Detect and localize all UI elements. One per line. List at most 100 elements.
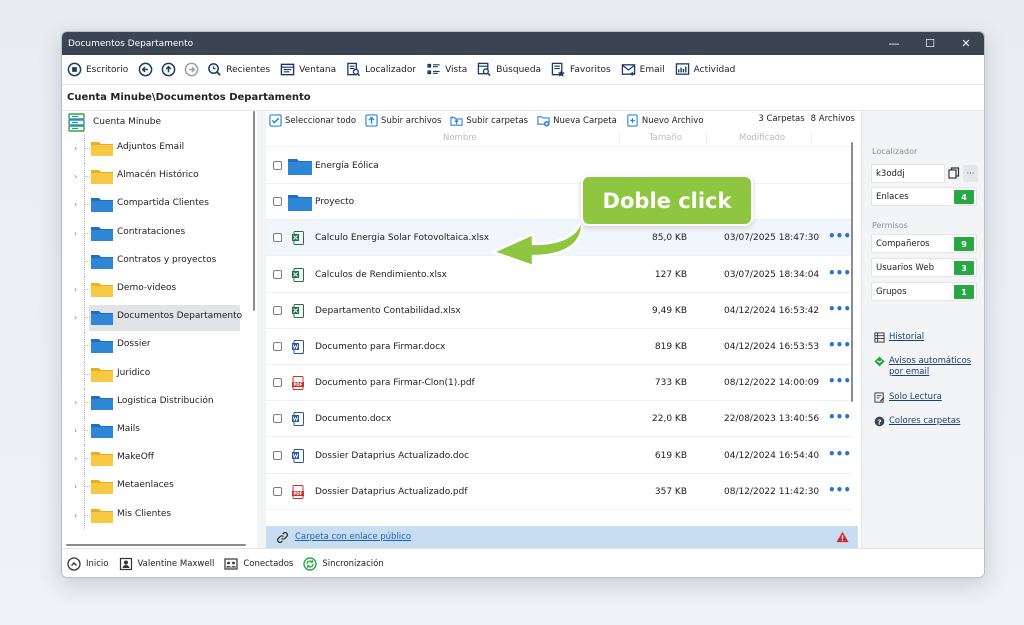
file-list-scrollbar[interactable] <box>851 142 853 402</box>
actividad-button[interactable]: Actividad <box>675 62 735 77</box>
tree-item[interactable]: › Contrataciones <box>62 219 252 248</box>
column-header-name[interactable]: Nombre <box>443 133 477 143</box>
file-modified-date: 03/07/2025 18:34:04 <box>724 269 820 280</box>
upload-files-button[interactable]: Subir archivos <box>365 114 441 127</box>
expand-chevron-icon[interactable]: › <box>74 511 82 520</box>
row-more-options-icon[interactable]: ••• <box>828 266 851 280</box>
user-status[interactable]: Valentine Maxwell <box>119 557 214 571</box>
tree-item[interactable]: › Almacén Histórico <box>62 163 252 192</box>
tree-item[interactable]: Juridico <box>62 360 252 389</box>
file-row[interactable]: Documento para Firmar.docx 819 KB 04/12/20… <box>266 329 852 365</box>
row-more-options-icon[interactable]: ••• <box>828 410 851 424</box>
expand-chevron-icon[interactable]: › <box>74 229 82 238</box>
row-more-options-icon[interactable]: ••• <box>828 229 851 243</box>
tree-item-label: Logistica Distribución <box>117 395 214 406</box>
file-row[interactable]: PDF Dossier Dataprius Actualizado.pdf 357 … <box>266 474 852 510</box>
tree-item[interactable]: Dossier <box>62 332 252 361</box>
close-button[interactable]: ✕ <box>948 32 984 55</box>
conectados-button[interactable]: Conectados <box>224 557 293 571</box>
historial-link[interactable]: Historial <box>874 332 924 343</box>
tree-item[interactable]: › Mails <box>62 417 252 445</box>
tree-item[interactable]: › MakeOff <box>62 445 252 474</box>
inicio-button[interactable]: Inicio <box>67 557 109 571</box>
expand-chevron-icon[interactable]: › <box>74 482 82 491</box>
expand-chevron-icon[interactable]: › <box>74 200 82 209</box>
copy-icon[interactable] <box>948 167 960 179</box>
up-button[interactable] <box>161 62 176 77</box>
tree-item[interactable]: › Mis Clientes <box>62 501 252 530</box>
back-button[interactable] <box>138 62 153 77</box>
grupos-item[interactable]: Grupos 1 <box>871 282 977 301</box>
warning-icon[interactable] <box>836 531 849 543</box>
row-more-options-icon[interactable]: ••• <box>828 338 851 352</box>
tree-item[interactable]: › Documentos Departamento <box>62 304 252 333</box>
row-checkbox[interactable] <box>273 161 282 170</box>
avisos-link[interactable]: Avisos automáticos por email <box>874 356 971 378</box>
row-checkbox[interactable] <box>273 450 282 460</box>
favoritos-button[interactable]: Favoritos <box>551 62 611 77</box>
colores-carpetas-label: Colores carpetas <box>889 416 961 426</box>
tree-item[interactable]: › Logistica Distribución <box>62 388 252 417</box>
ventana-button[interactable]: Ventana <box>280 62 336 77</box>
tree-root-item[interactable]: Cuenta Minube <box>68 111 161 133</box>
minimize-button[interactable]: — <box>876 32 912 55</box>
column-header-modified[interactable]: Modificado <box>739 133 785 143</box>
forward-button[interactable] <box>184 62 199 77</box>
tree-item[interactable]: Contratos y proyectos <box>62 247 252 276</box>
tree-item[interactable]: › Compartida Clientes <box>62 191 252 220</box>
colores-carpetas-link[interactable]: ? Colores carpetas <box>874 416 960 427</box>
row-more-options-icon[interactable]: ••• <box>828 302 851 316</box>
new-file-button[interactable]: Nuevo Archivo <box>626 114 704 127</box>
expand-chevron-icon[interactable]: › <box>74 426 82 435</box>
row-checkbox[interactable] <box>273 269 282 279</box>
expand-chevron-icon[interactable]: › <box>74 398 82 407</box>
expand-chevron-icon[interactable]: › <box>74 144 82 153</box>
row-checkbox[interactable] <box>273 197 282 207</box>
usuarios-web-item[interactable]: Usuarios Web 3 <box>871 258 977 277</box>
file-row[interactable]: Dossier Dataprius Actualizado.doc 619 KB 0… <box>266 438 852 474</box>
escritorio-button[interactable]: Escritorio <box>67 62 128 77</box>
expand-chevron-icon[interactable]: › <box>74 285 82 294</box>
pane-splitter[interactable] <box>257 111 266 548</box>
expand-chevron-icon[interactable]: › <box>74 454 82 463</box>
tree-item[interactable]: › Adjuntos Email <box>62 135 252 163</box>
maximize-button[interactable]: ☐ <box>912 32 948 55</box>
help-circle-icon: ? <box>874 416 885 427</box>
enlaces-item[interactable]: Enlaces 4 <box>871 187 977 206</box>
expand-chevron-icon[interactable]: › <box>74 172 82 181</box>
companeros-item[interactable]: Compañeros 9 <box>871 234 977 253</box>
vista-button[interactable]: Vista <box>426 62 467 77</box>
sincronizacion-button[interactable]: Sincronización <box>303 557 384 571</box>
row-more-options-icon[interactable]: ••• <box>828 374 851 388</box>
email-button[interactable]: Email <box>621 62 665 77</box>
row-more-options-icon[interactable]: ••• <box>828 483 851 497</box>
file-row[interactable]: PDF Documento para Firmar-Clon(1).pdf 733 … <box>266 365 852 402</box>
upload-folders-button[interactable]: Subir carpetas <box>450 114 528 127</box>
row-checkbox[interactable] <box>273 305 282 315</box>
tree-item[interactable]: › Demo-videos <box>62 276 252 304</box>
solo-lectura-link[interactable]: Solo Lectura <box>874 392 942 403</box>
row-checkbox[interactable] <box>273 342 282 351</box>
tree-item[interactable]: › Metaenlaces <box>62 473 252 502</box>
tree-horizontal-scrollbar[interactable] <box>66 544 246 546</box>
folder-row[interactable]: Energía Eólica <box>266 148 852 184</box>
file-row[interactable]: Documento.docx 22,0 KB 22/08/2023 13:40:56… <box>266 401 852 438</box>
row-more-options-icon[interactable]: ••• <box>828 447 851 461</box>
localizador-field[interactable]: k3oddj <box>871 164 945 183</box>
busqueda-button[interactable]: Búsqueda <box>477 62 541 77</box>
tree-vertical-scrollbar[interactable] <box>253 111 255 311</box>
public-link[interactable]: Carpeta con enlace público <box>295 532 411 542</box>
row-checkbox[interactable] <box>273 378 282 388</box>
column-header-size[interactable]: Tamaño <box>649 133 682 143</box>
file-size: 819 KB <box>654 342 687 352</box>
row-checkbox[interactable] <box>273 233 282 243</box>
expand-chevron-icon[interactable]: › <box>74 313 82 322</box>
localizador-button[interactable]: Localizador <box>346 62 416 77</box>
file-row[interactable]: Departamento Contabilidad.xlsx 9,49 KB 04/… <box>266 293 852 329</box>
row-checkbox[interactable] <box>273 486 282 496</box>
recientes-button[interactable]: Recientes <box>207 62 270 77</box>
new-folder-button[interactable]: Nueva Carpeta <box>537 114 617 127</box>
localizador-more-button[interactable]: ··· <box>963 165 978 182</box>
row-checkbox[interactable] <box>273 414 282 424</box>
select-all-button[interactable]: Seleccionar todo <box>269 114 356 127</box>
